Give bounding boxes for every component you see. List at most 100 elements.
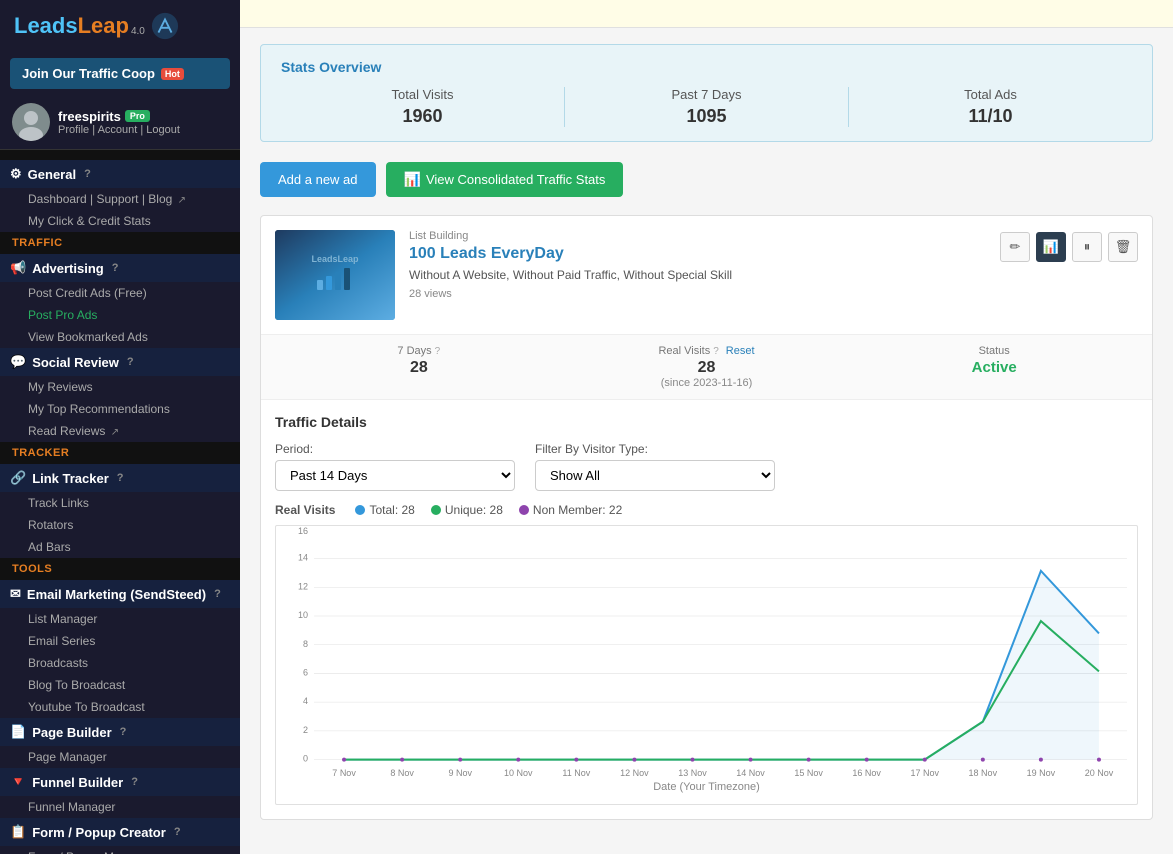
svg-text:10 Nov: 10 Nov — [504, 768, 533, 778]
svg-text:16: 16 — [298, 526, 308, 536]
svg-text:7 Nov: 7 Nov — [332, 768, 356, 778]
legend-nonmember-dot — [519, 505, 529, 515]
svg-text:10: 10 — [298, 610, 308, 620]
logo-text: LeadsLeap — [14, 13, 129, 39]
sidebar-item-read-reviews[interactable]: Read Reviews ↗ — [0, 420, 240, 442]
svg-text:17 Nov: 17 Nov — [911, 768, 940, 778]
sidebar-item-my-reviews[interactable]: My Reviews — [0, 376, 240, 398]
logout-link[interactable]: Logout — [146, 124, 180, 136]
traffic-header: Traffic — [0, 232, 240, 254]
sidebar-item-general[interactable]: ⚙ General ? — [0, 160, 240, 188]
legend-total-dot — [355, 505, 365, 515]
period-label: Period: — [275, 442, 515, 456]
page-builder-help-icon: ? — [120, 726, 127, 738]
social-review-icon: 💬 — [10, 354, 26, 370]
svg-text:14 Nov: 14 Nov — [736, 768, 765, 778]
legend-total: Total: 28 — [355, 503, 414, 517]
view-traffic-stats-button[interactable]: 📊 View Consolidated Traffic Stats — [386, 162, 624, 197]
ad-actions: ✏ 📊 ⏸ 🗑 — [1000, 230, 1138, 320]
real-visits-help-icon[interactable]: ? — [713, 346, 719, 357]
sidebar-item-post-credit-ads[interactable]: Post Credit Ads (Free) — [0, 282, 240, 304]
stats-overview-cols: Total Visits 1960 Past 7 Days 1095 Total… — [281, 87, 1132, 127]
email-help-icon: ? — [214, 588, 221, 600]
stats-overview: Stats Overview Total Visits 1960 Past 7 … — [260, 44, 1153, 142]
sidebar-item-youtube-broadcast[interactable]: Youtube To Broadcast — [0, 696, 240, 718]
visitor-type-select[interactable]: Show All Member Only Non Member Only — [535, 460, 775, 491]
sidebar-item-funnel-manager[interactable]: Funnel Manager — [0, 796, 240, 818]
filter-row: Period: Past 7 Days Past 14 Days Past 30… — [275, 442, 1138, 491]
sidebar-item-form-popup[interactable]: 📋 Form / Popup Creator ? — [0, 818, 240, 846]
sidebar-item-page-builder[interactable]: 📄 Page Builder ? — [0, 718, 240, 746]
svg-text:8 Nov: 8 Nov — [390, 768, 414, 778]
pause-ad-button[interactable]: ⏸ — [1072, 232, 1102, 262]
logo-version: 4.0 — [131, 26, 145, 37]
sidebar-item-form-popup-manager[interactable]: Form / Popup Manager — [0, 846, 240, 854]
sidebar-item-advertising[interactable]: 📢 Advertising ? — [0, 254, 240, 282]
visitor-type-label: Filter By Visitor Type: — [535, 442, 775, 456]
chart-legend-row: Real Visits Total: 28 Unique: 28 Non Mem… — [275, 503, 1138, 517]
legend-unique-label: Unique: 28 — [445, 503, 503, 517]
sidebar-item-top-recommendations[interactable]: My Top Recommendations — [0, 398, 240, 420]
legend-nonmember: Non Member: 22 — [519, 503, 622, 517]
sidebar-item-dashboard[interactable]: Dashboard | Support | Blog ↗ — [0, 188, 240, 210]
legend-unique: Unique: 28 — [431, 503, 503, 517]
svg-text:2: 2 — [303, 725, 308, 735]
tracker-header: Tracker — [0, 442, 240, 464]
sidebar-item-blog-broadcast[interactable]: Blog To Broadcast — [0, 674, 240, 696]
svg-text:11 Nov: 11 Nov — [562, 768, 590, 778]
chart-icon: 📊 — [404, 171, 421, 188]
pro-badge: Pro — [125, 110, 150, 122]
account-link[interactable]: Account — [98, 124, 138, 136]
sidebar-item-broadcasts[interactable]: Broadcasts — [0, 652, 240, 674]
hot-badge: Hot — [161, 68, 184, 80]
logo-icon — [151, 12, 179, 40]
ad-category: List Building — [409, 230, 986, 242]
sidebar-item-page-manager[interactable]: Page Manager — [0, 746, 240, 768]
sidebar-item-social-review[interactable]: 💬 Social Review ? — [0, 348, 240, 376]
sidebar-item-funnel-builder[interactable]: 🔻 Funnel Builder ? — [0, 768, 240, 796]
stat-status: Status Active — [850, 345, 1138, 389]
ad-info: List Building 100 Leads EveryDay Without… — [409, 230, 986, 320]
sidebar-item-email-marketing[interactable]: ✉ Email Marketing (SendSteed) ? — [0, 580, 240, 608]
sidebar-item-list-manager[interactable]: List Manager — [0, 608, 240, 630]
chart-ad-button[interactable]: 📊 — [1036, 232, 1066, 262]
coop-button[interactable]: Join Our Traffic Coop Hot — [10, 58, 230, 89]
svg-text:15 Nov: 15 Nov — [794, 768, 823, 778]
sidebar-item-rotators[interactable]: Rotators — [0, 514, 240, 536]
funnel-builder-help-icon: ? — [131, 776, 138, 788]
general-help-icon: ? — [84, 168, 91, 180]
user-links: Profile | Account | Logout — [58, 124, 180, 136]
avatar — [12, 103, 50, 141]
logo: LeadsLeap 4.0 — [0, 0, 240, 52]
traffic-section-header — [0, 150, 240, 160]
delete-ad-button[interactable]: 🗑 — [1108, 232, 1138, 262]
period-filter-group: Period: Past 7 Days Past 14 Days Past 30… — [275, 442, 515, 491]
add-new-ad-button[interactable]: Add a new ad — [260, 162, 376, 197]
chart-x-label: Date (Your Timezone) — [286, 781, 1127, 793]
7days-help-icon[interactable]: ? — [435, 346, 441, 357]
sidebar-item-track-links[interactable]: Track Links — [0, 492, 240, 514]
main-content: Stats Overview Total Visits 1960 Past 7 … — [240, 0, 1173, 854]
svg-text:16 Nov: 16 Nov — [852, 768, 881, 778]
ad-stats-row: 7 Days ? 28 Real Visits ? Reset 28 (sinc… — [261, 335, 1152, 400]
sidebar-item-bookmarked-ads[interactable]: View Bookmarked Ads — [0, 326, 240, 348]
profile-link[interactable]: Profile — [58, 124, 89, 136]
traffic-chart: 0 2 4 6 8 10 12 14 16 — [286, 538, 1127, 774]
period-select[interactable]: Past 7 Days Past 14 Days Past 30 Days Pa… — [275, 460, 515, 491]
user-section: freespirits Pro Profile | Account | Logo… — [0, 95, 240, 150]
sidebar-item-email-series[interactable]: Email Series — [0, 630, 240, 652]
sidebar-item-link-tracker[interactable]: 🔗 Link Tracker ? — [0, 464, 240, 492]
svg-text:12: 12 — [298, 581, 308, 591]
sidebar-item-post-pro-ads[interactable]: Post Pro Ads — [0, 304, 240, 326]
reset-link[interactable]: Reset — [726, 345, 755, 357]
svg-text:13 Nov: 13 Nov — [678, 768, 707, 778]
tools-header: Tools — [0, 558, 240, 580]
edit-ad-button[interactable]: ✏ — [1000, 232, 1030, 262]
sidebar-item-ad-bars[interactable]: Ad Bars — [0, 536, 240, 558]
stat-past-7-days: Past 7 Days 1095 — [565, 87, 849, 127]
sidebar-item-click-credit[interactable]: My Click & Credit Stats — [0, 210, 240, 232]
page-builder-icon: 📄 — [10, 724, 26, 740]
stat-7-days: 7 Days ? 28 — [275, 345, 563, 389]
ad-title[interactable]: 100 Leads EveryDay — [409, 245, 986, 263]
user-info: freespirits Pro Profile | Account | Logo… — [58, 109, 180, 136]
